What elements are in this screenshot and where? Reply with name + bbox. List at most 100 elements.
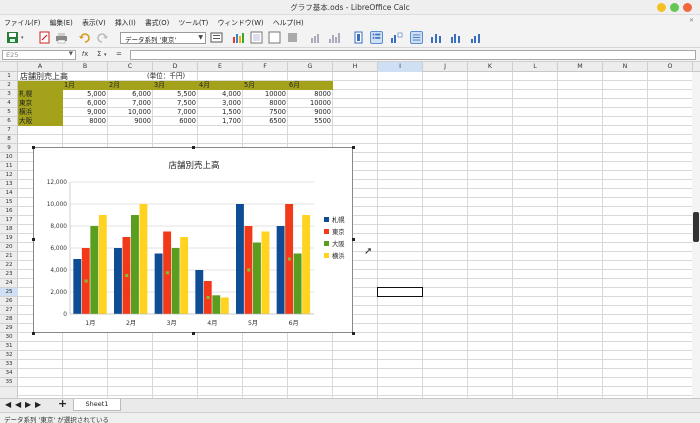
data-table-icon[interactable]	[310, 31, 323, 44]
sales-value[interactable]: 5,000	[63, 90, 108, 99]
menu-edit[interactable]: 編集(E)	[46, 15, 76, 27]
sales-value[interactable]: 1,500	[198, 108, 243, 117]
row-header-20[interactable]: 20	[0, 243, 18, 252]
row-header-31[interactable]: 31	[0, 342, 18, 351]
sum-icon[interactable]: Σ	[97, 50, 101, 58]
horizontal-grid-icon[interactable]	[410, 31, 423, 44]
row-header-27[interactable]: 27	[0, 306, 18, 315]
name-box[interactable]: E25 ▼	[2, 50, 76, 60]
resize-handle-bm[interactable]	[192, 332, 195, 335]
sales-value[interactable]: 7,500	[153, 99, 198, 108]
save-icon[interactable]	[6, 31, 19, 44]
export-pdf-icon[interactable]	[38, 31, 51, 44]
vertical-scrollbar[interactable]	[692, 72, 700, 398]
month-header[interactable]: 5月	[243, 81, 288, 90]
sales-value[interactable]: 6500	[243, 117, 288, 126]
tab-sheet1[interactable]: Sheet1	[73, 399, 121, 411]
row-header-32[interactable]: 32	[0, 351, 18, 360]
row-header-17[interactable]: 17	[0, 216, 18, 225]
sales-value[interactable]: 7500	[243, 108, 288, 117]
row-header-22[interactable]: 22	[0, 261, 18, 270]
sales-value[interactable]: 6,000	[63, 99, 108, 108]
row-header-9[interactable]: 9	[0, 144, 18, 153]
close-button[interactable]	[683, 3, 692, 12]
header-corner-cell[interactable]	[18, 81, 63, 90]
row-header-23[interactable]: 23	[0, 270, 18, 279]
resize-handle-tr[interactable]	[352, 146, 355, 149]
save-dropdown-icon[interactable]: ▾	[21, 35, 24, 41]
column-header-l[interactable]: L	[513, 62, 558, 72]
data-in-rows-icon[interactable]	[328, 31, 341, 44]
sales-value[interactable]: 4,000	[198, 90, 243, 99]
sales-value[interactable]: 10000	[243, 90, 288, 99]
row-header-15[interactable]: 15	[0, 198, 18, 207]
column-header-m[interactable]: M	[558, 62, 603, 72]
chart-title-icon[interactable]	[352, 31, 365, 44]
sales-value[interactable]: 5,500	[153, 90, 198, 99]
selected-cell-cursor[interactable]	[377, 287, 423, 297]
sales-value[interactable]: 10,000	[108, 108, 153, 117]
row-header-25[interactable]: 25	[0, 288, 18, 297]
chart-object[interactable]: 店舗別売上高 0 2,000 4,000 6,000 8,000 10,000 12,000 1…	[33, 147, 353, 333]
resize-handle-tl[interactable]	[32, 146, 35, 149]
row-header-35[interactable]: 35	[0, 378, 18, 387]
month-header[interactable]: 6月	[288, 81, 333, 90]
chart-type-icon[interactable]	[232, 31, 245, 44]
vertical-grid-icon[interactable]	[430, 31, 443, 44]
sales-value[interactable]: 9000	[108, 117, 153, 126]
redo-icon[interactable]	[96, 31, 109, 44]
next-sheet-icon[interactable]: ▶	[25, 400, 31, 409]
sales-value[interactable]: 9,000	[63, 108, 108, 117]
last-sheet-icon[interactable]: ▶	[35, 400, 41, 409]
row-header-6[interactable]: 6	[0, 117, 18, 126]
menu-view[interactable]: 表示(V)	[78, 15, 109, 27]
row-header-1[interactable]: 1	[0, 72, 18, 81]
column-header-g[interactable]: G	[288, 62, 333, 72]
table-title[interactable]: 店舗別売上高	[18, 72, 108, 81]
sales-value[interactable]: 7,000	[153, 108, 198, 117]
row-header-7[interactable]: 7	[0, 126, 18, 135]
row-header-2[interactable]: 2	[0, 81, 18, 90]
sales-value[interactable]: 5500	[288, 117, 333, 126]
chart-wall-icon[interactable]	[250, 31, 263, 44]
menu-close-icon[interactable]: ✕	[689, 17, 694, 24]
menu-window[interactable]: ウィンドウ(W)	[214, 15, 267, 27]
minimize-button[interactable]	[657, 3, 666, 12]
row-header-33[interactable]: 33	[0, 360, 18, 369]
store-name[interactable]: 東京	[18, 99, 63, 108]
column-header-i[interactable]: I	[378, 62, 423, 72]
row-header-19[interactable]: 19	[0, 234, 18, 243]
legend-toggle-icon[interactable]	[370, 31, 383, 44]
chart-3d-icon[interactable]	[286, 31, 299, 44]
format-selection-icon[interactable]	[210, 31, 223, 44]
menu-tools[interactable]: ツール(T)	[174, 15, 211, 27]
month-header[interactable]: 2月	[108, 81, 153, 90]
row-header-24[interactable]: 24	[0, 279, 18, 288]
sales-value[interactable]: 1,700	[198, 117, 243, 126]
column-header-n[interactable]: N	[603, 62, 648, 72]
column-header-h[interactable]: H	[333, 62, 378, 72]
row-header-26[interactable]: 26	[0, 297, 18, 306]
month-header[interactable]: 1月	[63, 81, 108, 90]
scrollbar-thumb[interactable]	[693, 212, 699, 242]
sum-dropdown-icon[interactable]: ▾	[104, 52, 107, 58]
sales-value[interactable]: 9000	[288, 108, 333, 117]
column-header-c[interactable]: C	[108, 62, 153, 72]
row-header-5[interactable]: 5	[0, 108, 18, 117]
sales-value[interactable]: 8000	[288, 90, 333, 99]
menu-format[interactable]: 書式(O)	[141, 15, 172, 27]
row-header-10[interactable]: 10	[0, 153, 18, 162]
resize-handle-br[interactable]	[352, 332, 355, 335]
resize-handle-mr[interactable]	[352, 238, 355, 241]
sales-value[interactable]: 8000	[63, 117, 108, 126]
store-name[interactable]: 横浜	[18, 108, 63, 117]
row-header-13[interactable]: 13	[0, 180, 18, 189]
resize-handle-tm[interactable]	[192, 146, 195, 149]
month-header[interactable]: 3月	[153, 81, 198, 90]
row-header-29[interactable]: 29	[0, 324, 18, 333]
month-header[interactable]: 4月	[198, 81, 243, 90]
row-header-8[interactable]: 8	[0, 135, 18, 144]
row-header-16[interactable]: 16	[0, 207, 18, 216]
maximize-button[interactable]	[670, 3, 679, 12]
row-header-11[interactable]: 11	[0, 162, 18, 171]
